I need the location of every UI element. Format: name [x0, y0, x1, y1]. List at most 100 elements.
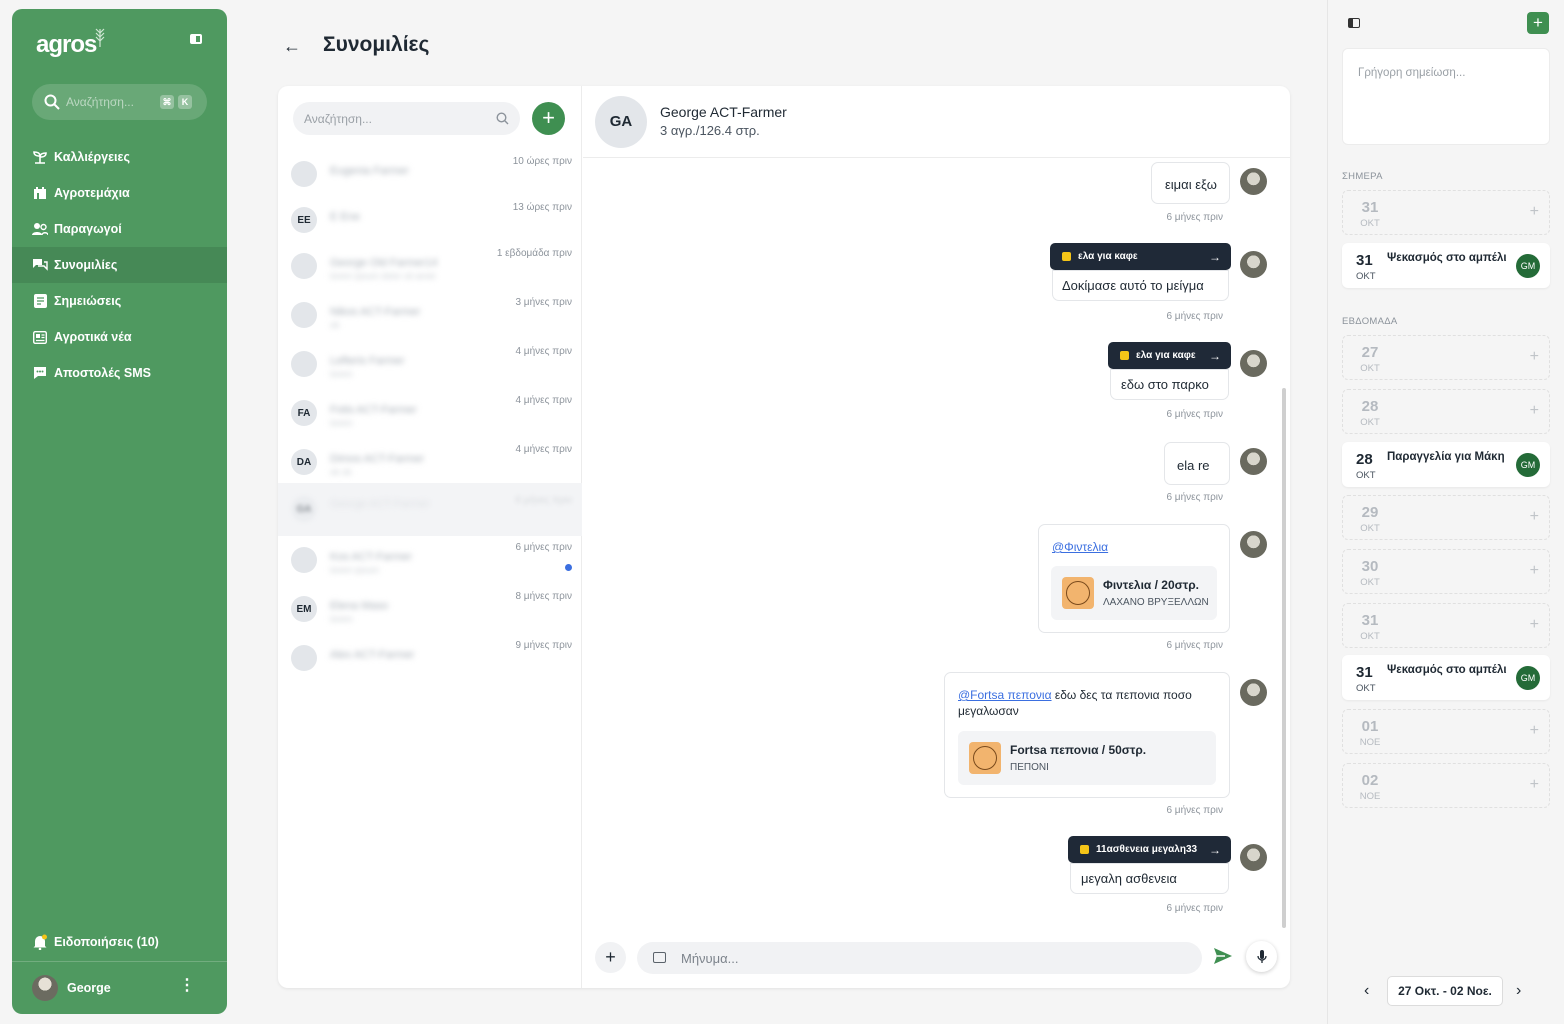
sidebar-item-label: Αποστολές SMS	[54, 366, 151, 380]
message-thread: ειμαι εξω 6 μήνες πριν ελα για καφε → Δοκ…	[583, 158, 1290, 928]
sidebar-item-label: Συνομιλίες	[54, 258, 118, 272]
conversation-search-input[interactable]: Αναζήτηση...	[293, 102, 520, 135]
plus-icon[interactable]: +	[1530, 402, 1539, 420]
sender-avatar	[1240, 679, 1267, 706]
conversation-item-selected[interactable]: GA George ACT-Farmer 6 μήνες πριν	[278, 483, 582, 536]
mention-link[interactable]: @Φιντελια	[1052, 540, 1108, 554]
day-slot[interactable]: 30 ΟΚΤ +	[1342, 549, 1550, 594]
scrollbar[interactable]	[1282, 388, 1286, 928]
sidebar-item-crops[interactable]: Καλλιέργειες	[12, 139, 227, 175]
day-month: ΝΟΕ	[1359, 791, 1381, 802]
field-card[interactable]: Φιντελια / 20στρ. ΛΑΧΑΝΟ ΒΡΥΞΕΛΛΩΝ	[1051, 566, 1217, 620]
plus-icon[interactable]: +	[1530, 616, 1539, 634]
note-tag[interactable]: ελα για καφε →	[1050, 243, 1231, 270]
avatar	[291, 161, 317, 187]
sidebar-item-news[interactable]: Αγροτικά νέα	[12, 319, 227, 355]
day-slot[interactable]: 01 ΝΟΕ +	[1342, 709, 1550, 754]
event-card[interactable]: 31 ΟΚΤ Ψεκασμός στο αμπέλι GM	[1342, 243, 1550, 288]
contact-avatar[interactable]: GA	[595, 96, 647, 148]
day-month: ΟΚΤ	[1360, 631, 1380, 642]
crop-thumbnail-icon	[969, 742, 1001, 774]
conversation-item[interactable]: Alex ACT-Farmer 9 μήνες πριν	[278, 640, 582, 694]
toggle-panel-icon[interactable]	[1348, 18, 1360, 28]
send-icon[interactable]	[1213, 947, 1233, 965]
day-slot[interactable]: 02 ΝΟΕ +	[1342, 763, 1550, 808]
collapse-sidebar-icon[interactable]	[190, 34, 202, 44]
note-icon	[32, 294, 48, 308]
bell-icon	[33, 934, 47, 950]
day-slot[interactable]: 29 ΟΚΤ +	[1342, 495, 1550, 540]
avatar	[291, 302, 317, 328]
assignee-badge: GM	[1516, 254, 1540, 278]
today-heading: ΣΗΜΕΡΑ	[1342, 171, 1383, 182]
conversation-item[interactable]: Nikos ACT-Farmer ok 3 μήνες πριν	[278, 297, 582, 351]
day-month: ΟΚΤ	[1360, 363, 1380, 374]
note-tag[interactable]: ελα για καφε →	[1108, 342, 1231, 369]
conversation-item[interactable]: Kos ACT-Farmer lorem ipsum 6 μήνες πριν	[278, 542, 582, 596]
day-slot[interactable]: 31 ΟΚΤ +	[1342, 190, 1550, 235]
sender-avatar	[1240, 531, 1267, 558]
sender-avatar	[1240, 844, 1267, 871]
conversation-time: 6 μήνες πριν	[515, 542, 572, 553]
day-slot[interactable]: 31 ΟΚΤ +	[1342, 603, 1550, 648]
message-time: 6 μήνες πριν	[1166, 409, 1223, 420]
plus-icon[interactable]: +	[1530, 348, 1539, 366]
chevron-right-icon[interactable]: ›	[1516, 982, 1521, 1000]
back-arrow-icon[interactable]: ←	[283, 36, 301, 57]
sidebar-item-sms[interactable]: Αποστολές SMS	[12, 355, 227, 391]
plus-icon[interactable]: +	[1530, 776, 1539, 794]
notifications-link[interactable]: Ειδοποιήσεις (10)	[32, 934, 159, 950]
sidebar-search[interactable]: Αναζήτηση... ⌘ K	[32, 84, 207, 120]
sidebar-item-producers[interactable]: Παραγωγοί	[12, 211, 227, 247]
attach-button[interactable]: +	[595, 942, 626, 973]
sidebar-item-conversations[interactable]: Συνομιλίες	[12, 247, 227, 283]
event-card[interactable]: 31 ΟΚΤ Ψεκασμός στο αμπέλι GM	[1342, 655, 1550, 700]
conversation-time: 4 μήνες πριν	[515, 346, 572, 357]
conversation-item[interactable]: George Old Farmer14 lorem ipsum dolor si…	[278, 248, 582, 302]
conversation-item[interactable]: Lefteris Farmer lorem 4 μήνες πριν	[278, 346, 582, 400]
sender-avatar	[1240, 448, 1267, 475]
day-slot[interactable]: 27 ΟΚΤ +	[1342, 335, 1550, 380]
event-title: Ψεκασμός στο αμπέλι	[1387, 252, 1507, 264]
date-range-button[interactable]: 27 Οκτ. - 02 Νοε.	[1387, 976, 1503, 1006]
note-tag[interactable]: 11ασθενεια μεγαλη33 →	[1068, 836, 1231, 863]
user-name: George	[67, 981, 111, 995]
message-input[interactable]: Μήνυμα...	[637, 942, 1202, 974]
mention-link[interactable]: @Fortsa πεπονια	[958, 688, 1052, 702]
day-number: 29	[1361, 504, 1379, 521]
plus-icon[interactable]: +	[1530, 508, 1539, 526]
plus-icon[interactable]: +	[1530, 562, 1539, 580]
day-month: ΟΚΤ	[1356, 271, 1376, 282]
microphone-button[interactable]	[1246, 941, 1277, 972]
day-number: 28	[1361, 398, 1379, 415]
contact-name[interactable]: George ACT-Farmer	[660, 104, 787, 120]
quick-note-input[interactable]: Γρήγορη σημείωση...	[1342, 48, 1550, 145]
more-vertical-icon[interactable]: ⋮	[179, 978, 195, 994]
sidebar-item-notes[interactable]: Σημειώσεις	[12, 283, 227, 319]
sidebar-search-placeholder: Αναζήτηση...	[66, 95, 134, 109]
contact-summary: 3 αγρ./126.4 στρ.	[660, 123, 760, 138]
conversation-time: 4 μήνες πριν	[515, 395, 572, 406]
message-text-block: @Fortsa πεπονια εδω δες τα πεπονια ποσο …	[958, 687, 1220, 719]
conversation-item[interactable]: EM Elena Maso lorem 8 μήνες πριν	[278, 591, 582, 645]
app-logo[interactable]: agros	[36, 31, 97, 59]
field-card[interactable]: Fortsa πεπονια / 50στρ. ΠΕΠΟΝΙ	[958, 731, 1216, 785]
plus-icon[interactable]: +	[1530, 722, 1539, 740]
sidebar-item-fields[interactable]: Αγροτεμάχια	[12, 175, 227, 211]
plus-icon[interactable]: +	[1530, 203, 1539, 221]
event-card[interactable]: 28 ΟΚΤ Παραγγελία για Μάκη GM	[1342, 442, 1550, 487]
day-slot[interactable]: 28 ΟΚΤ +	[1342, 389, 1550, 434]
message-composer: + Μήνυμα...	[583, 929, 1290, 988]
message-text: μεγαλη ασθενεια	[1081, 871, 1177, 886]
new-conversation-button[interactable]: +	[532, 102, 565, 135]
message-placeholder: Μήνυμα...	[681, 951, 739, 966]
sender-avatar	[1240, 251, 1267, 278]
day-number: 30	[1361, 558, 1379, 575]
conversation-item[interactable]: FA Fotis ACT-Farmer lorem 4 μήνες πριν	[278, 395, 582, 449]
image-icon[interactable]	[653, 952, 666, 963]
assignee-badge: GM	[1516, 453, 1540, 477]
message-text: ειμαι εξω	[1165, 177, 1217, 192]
chevron-left-icon[interactable]: ‹	[1364, 982, 1369, 1000]
user-menu[interactable]: George ⋮	[12, 961, 227, 1014]
add-event-button[interactable]: +	[1527, 12, 1549, 34]
